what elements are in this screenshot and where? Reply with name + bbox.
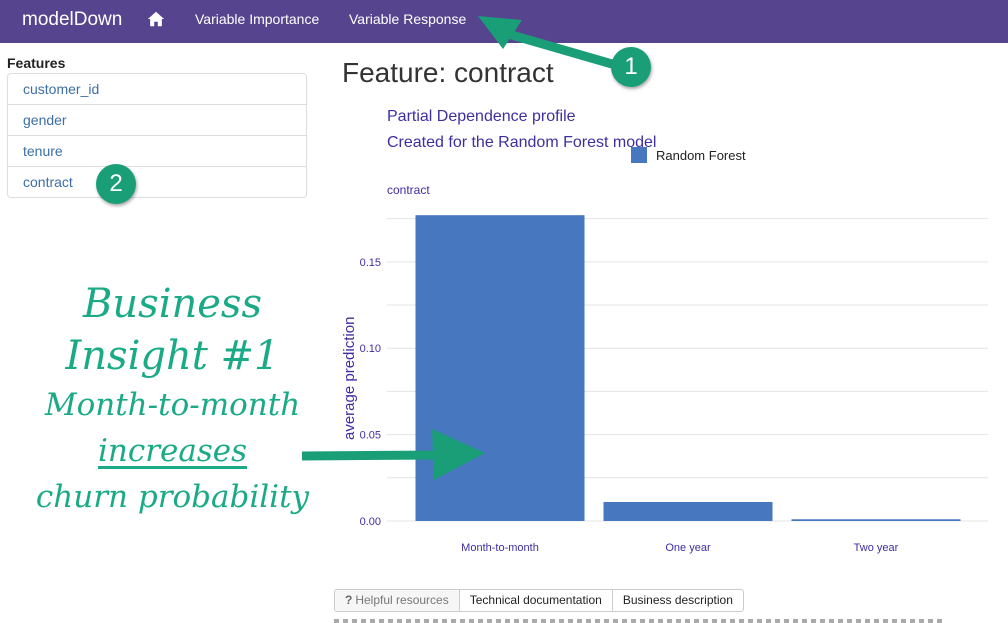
tab-helpful-resources-label: Helpful resources <box>355 593 449 607</box>
features-heading: Features <box>7 55 66 71</box>
brand-logo[interactable]: modelDown <box>22 9 122 31</box>
description-tabs: ? Helpful resources Technical documentati… <box>334 589 744 612</box>
y-tick-label: 0.15 <box>360 257 381 269</box>
home-icon[interactable] <box>147 10 165 28</box>
feature-item-customer-id[interactable]: customer_id <box>8 74 306 104</box>
x-tick-label: One year <box>665 542 711 554</box>
nav-variable-response[interactable]: Variable Response <box>349 11 466 27</box>
nav-variable-importance[interactable]: Variable Importance <box>195 11 319 27</box>
insight-line-4: increases <box>97 433 248 469</box>
legend-label: Random Forest <box>656 148 746 163</box>
feature-item-gender[interactable]: gender <box>8 104 306 135</box>
annotation-badge-1: 1 <box>611 47 651 87</box>
page-title: Feature: contract <box>342 57 554 88</box>
insight-line-2: Insight #1 <box>65 333 280 379</box>
chart-title: Partial Dependence profile <box>387 108 576 125</box>
bar-one-year[interactable] <box>603 501 773 521</box>
y-axis-label: average prediction <box>341 317 358 440</box>
insight-line-3: Month-to-month <box>44 387 301 423</box>
tab-technical-documentation[interactable]: Technical documentation <box>459 589 613 612</box>
bar-two-year[interactable] <box>791 519 961 521</box>
tab-business-description[interactable]: Business description <box>612 589 744 612</box>
y-tick-label: 0.10 <box>360 343 381 355</box>
legend-swatch <box>631 147 647 163</box>
insight-line-1: Business <box>83 281 262 327</box>
feature-list: customer_id gender tenure contract <box>7 73 307 198</box>
x-tick-label: Month-to-month <box>461 542 539 554</box>
help-icon: ? <box>345 593 353 607</box>
x-tick-label: Two year <box>854 542 899 554</box>
y-tick-label: 0.05 <box>360 430 381 442</box>
business-insight-annotation: Business Insight #1 Month-to-month incre… <box>10 278 335 520</box>
annotation-badge-2: 2 <box>96 164 136 204</box>
bar-month-to-month[interactable] <box>415 215 585 521</box>
tab-helpful-resources[interactable]: ? Helpful resources <box>334 589 460 612</box>
navbar: modelDown Variable Importance Variable R… <box>0 0 1008 43</box>
insight-line-5: churn probability <box>35 479 310 515</box>
chart-subtitle: Created for the Random Forest model <box>387 134 656 151</box>
feature-item-contract[interactable]: contract <box>8 166 306 197</box>
feature-item-tenure[interactable]: tenure <box>8 135 306 166</box>
panel-label: contract <box>387 183 430 197</box>
truncated-description-text <box>334 616 944 623</box>
y-tick-label: 0.00 <box>360 516 381 528</box>
